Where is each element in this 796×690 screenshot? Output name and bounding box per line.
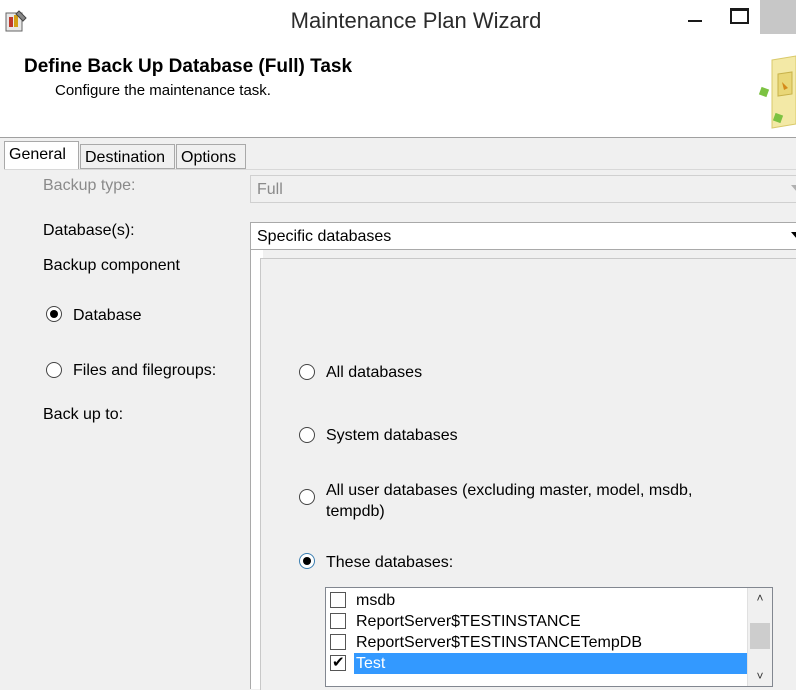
close-button[interactable] <box>760 0 796 34</box>
wizard-banner-icon <box>758 54 796 130</box>
database-checkbox[interactable] <box>330 653 346 671</box>
minimize-button[interactable] <box>672 0 718 34</box>
chevron-down-icon[interactable] <box>791 232 796 239</box>
system-databases-label[interactable]: System databases <box>326 427 458 445</box>
database-name: ReportServer$TESTINSTANCETempDB <box>356 634 642 651</box>
database-name: msdb <box>356 592 396 609</box>
back-up-to-label: Back up to: <box>43 406 124 423</box>
system-databases-radio[interactable] <box>299 427 315 443</box>
user-databases-label[interactable]: All user databases (excluding master, mo… <box>326 480 746 522</box>
tab-destination[interactable]: Destination <box>80 144 175 169</box>
backup-type-label: Backup type: <box>43 177 136 194</box>
backup-type-value: Full <box>257 181 283 198</box>
database-name: ReportServer$TESTINSTANCE <box>356 613 581 630</box>
these-databases-radio[interactable] <box>299 553 315 569</box>
title-bar: Maintenance Plan Wizard <box>0 0 796 44</box>
user-databases-radio[interactable] <box>299 489 315 505</box>
component-files-radio[interactable] <box>46 362 62 378</box>
tab-general[interactable]: General <box>4 141 79 169</box>
wizard-header: Define Back Up Database (Full) Task Conf… <box>0 44 796 138</box>
all-databases-radio[interactable] <box>299 364 315 380</box>
page-title: Define Back Up Database (Full) Task <box>24 56 353 77</box>
chevron-down-icon[interactable]: ˅ <box>748 666 772 686</box>
chevron-up-icon[interactable]: ˄ <box>748 588 772 608</box>
list-item[interactable]: msdb <box>326 590 748 611</box>
chevron-down-icon <box>791 185 796 192</box>
all-databases-label[interactable]: All databases <box>326 364 422 382</box>
component-database-label[interactable]: Database <box>73 307 142 325</box>
database-list[interactable]: msdb ReportServer$TESTINSTANCE ReportSer… <box>325 587 773 687</box>
database-checkbox[interactable] <box>330 613 346 629</box>
database-name: Test <box>354 653 750 674</box>
databases-combo[interactable]: Specific databases <box>250 222 796 250</box>
list-item[interactable]: ReportServer$TESTINSTANCE <box>326 611 748 632</box>
component-database-radio[interactable] <box>46 306 62 322</box>
backup-type-combo: Full <box>250 175 796 203</box>
list-item[interactable]: ReportServer$TESTINSTANCETempDB <box>326 632 748 653</box>
list-scrollbar[interactable]: ˄ ˅ <box>747 588 772 686</box>
list-item[interactable]: Test <box>326 653 750 674</box>
scroll-thumb[interactable] <box>750 623 770 649</box>
component-files-label[interactable]: Files and filegroups: <box>73 362 216 380</box>
backup-component-label: Backup component <box>43 257 180 274</box>
these-databases-label[interactable]: These databases: <box>326 554 453 572</box>
database-checkbox[interactable] <box>330 634 346 650</box>
maximize-button[interactable] <box>718 0 760 34</box>
databases-value: Specific databases <box>257 228 392 245</box>
database-checkbox[interactable] <box>330 592 346 608</box>
tab-options[interactable]: Options <box>176 144 246 169</box>
databases-label: Database(s): <box>43 222 135 239</box>
page-subtitle: Configure the maintenance task. <box>55 82 271 99</box>
